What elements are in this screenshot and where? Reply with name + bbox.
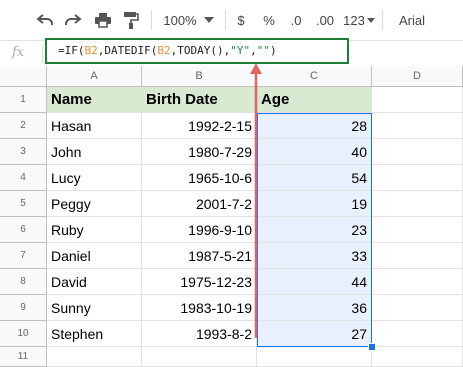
cell[interactable] [47,347,142,367]
cell[interactable] [372,295,463,321]
name-cell[interactable]: David [47,269,142,295]
row-header-3[interactable]: 3 [0,139,47,165]
age-cell[interactable]: 54 [257,165,372,191]
age-cell[interactable]: 28 [257,113,372,139]
name-cell[interactable]: Stephen [47,321,142,347]
print-icon[interactable] [90,8,116,32]
birth-date-cell[interactable]: 1975-12-23 [142,269,257,295]
font-family-label: Arial [398,12,425,28]
name-cell[interactable]: Lucy [47,165,142,191]
birth-date-cell[interactable]: 1983-10-19 [142,295,257,321]
age-cell[interactable]: 36 [257,295,372,321]
birth-date-cell[interactable]: 1965-10-6 [142,165,257,191]
age-cell[interactable]: 19 [257,191,372,217]
zoom-select[interactable]: 100% [160,8,200,32]
fx-icon: fx [12,45,25,60]
redo-icon[interactable] [60,8,86,32]
toolbar-divider [225,10,226,30]
decrease-decimal-label: .0 [290,12,302,28]
birth-date-cell[interactable]: 1993-8-2 [142,321,257,347]
currency-format-button[interactable]: $ [232,8,250,32]
birth-date-cell[interactable]: 1980-7-29 [142,139,257,165]
toolbar: 100% $ % .0 .00 123 Arial [0,0,463,40]
row-header-10[interactable]: 10 [0,321,47,347]
more-formats-label: 123 [343,12,365,28]
age-cell[interactable]: 40 [257,139,372,165]
cell[interactable] [372,243,463,269]
percent-label: % [263,12,275,28]
birth-date-cell[interactable]: 1987-5-21 [142,243,257,269]
cell[interactable] [372,347,463,367]
select-all-corner[interactable] [0,66,47,87]
formula-part: ,TODAY(), [170,44,231,57]
cell[interactable] [372,87,463,113]
name-cell[interactable]: Peggy [47,191,142,217]
formula-cell-ref: B2 [84,44,98,57]
cell[interactable] [372,269,463,295]
column-header-c[interactable]: C [257,66,372,87]
name-cell[interactable]: Sunny [47,295,142,321]
row-header-5[interactable]: 5 [0,191,47,217]
cell[interactable] [257,347,372,367]
age-cell[interactable]: 33 [257,243,372,269]
formula-part: , [250,44,257,57]
header-cell-name[interactable]: Name [47,87,142,113]
header-cell-birth-date[interactable]: Birth Date [142,87,257,113]
cell[interactable] [372,139,463,165]
paint-format-icon[interactable] [118,8,144,32]
cell[interactable] [142,347,257,367]
percent-format-button[interactable]: % [260,8,278,32]
formula-text: =IF(B2,DATEDIF(B2,TODAY(),"Y","") [58,44,277,57]
chevron-down-icon[interactable] [200,8,218,32]
formula-part: ,DATEDIF( [97,44,158,57]
zoom-value: 100% [163,12,197,28]
row-header-6[interactable]: 6 [0,217,47,243]
increase-decimal-label: .00 [315,12,335,28]
name-cell[interactable]: Ruby [47,217,142,243]
row-header-1[interactable]: 1 [0,87,47,113]
age-cell[interactable]: 23 [257,217,372,243]
cell[interactable] [372,217,463,243]
annotation-arrow-icon [250,63,262,338]
increase-decimal-button[interactable]: .00 [312,8,338,32]
row-header-4[interactable]: 4 [0,165,47,191]
formula-cell-ref: B2 [157,44,171,57]
name-cell[interactable]: John [47,139,142,165]
more-formats-button[interactable]: 123 [342,8,376,32]
age-cell[interactable]: 27 [257,321,372,347]
formula-part: ) [269,44,277,57]
fill-handle[interactable] [368,343,376,351]
undo-icon[interactable] [32,8,58,32]
cell[interactable] [372,165,463,191]
formula-input[interactable]: =IF(B2,DATEDIF(B2,TODAY(),"Y","") [45,38,349,64]
header-cell-age[interactable]: Age [257,87,372,113]
row-header-9[interactable]: 9 [0,295,47,321]
formula-part: =IF( [58,44,85,57]
formula-string: "" [256,44,270,57]
row-header-11[interactable]: 11 [0,347,47,367]
currency-label: $ [237,12,245,28]
name-cell[interactable]: Hasan [47,113,142,139]
column-header-b[interactable]: B [142,66,257,87]
row-header-8[interactable]: 8 [0,269,47,295]
birth-date-cell[interactable]: 2001-7-2 [142,191,257,217]
formula-divider [42,45,43,63]
row-header-7[interactable]: 7 [0,243,47,269]
cell[interactable] [372,321,463,347]
column-header-d[interactable]: D [372,66,463,87]
decrease-decimal-button[interactable]: .0 [285,8,307,32]
formula-string: "Y" [230,44,251,57]
toolbar-divider [151,10,152,30]
column-header-a[interactable]: A [47,66,142,87]
cell[interactable] [372,113,463,139]
font-family-select[interactable]: Arial [392,8,432,32]
age-cell[interactable]: 44 [257,269,372,295]
toolbar-divider [382,10,383,30]
birth-date-cell[interactable]: 1996-9-10 [142,217,257,243]
cell[interactable] [372,191,463,217]
birth-date-cell[interactable]: 1992-2-15 [142,113,257,139]
row-header-2[interactable]: 2 [0,113,47,139]
name-cell[interactable]: Daniel [47,243,142,269]
